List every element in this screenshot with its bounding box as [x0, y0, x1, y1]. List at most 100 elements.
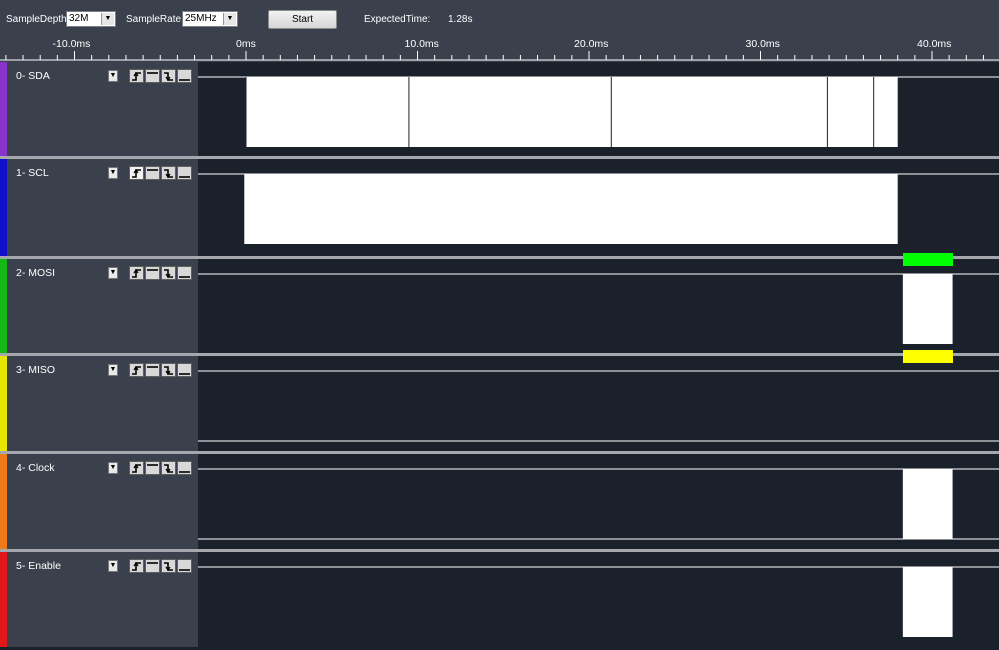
falling-edge-trigger-button[interactable]	[161, 461, 176, 475]
time-ruler[interactable]: -10.0ms 0ms 10.0ms 20.0ms 30.0ms 40.0ms	[0, 38, 999, 62]
waveform-scl[interactable]	[198, 159, 999, 257]
channel-panel: 1- SCL ▼	[0, 159, 198, 257]
sample-depth-label: SampleDepth	[6, 14, 67, 25]
channel-color-bar	[0, 552, 7, 647]
falling-edge-trigger-button[interactable]	[161, 266, 176, 280]
channel-row-scl: 1- SCL ▼	[0, 159, 999, 257]
channel-panel: 0- SDA ▼	[0, 62, 198, 160]
channel-color-bar	[0, 62, 7, 160]
falling-edge-icon	[164, 562, 173, 572]
channel-panel: 3- MISO ▼	[0, 356, 198, 454]
channel-label[interactable]: 3- MISO	[16, 364, 55, 376]
low-level-trigger-button[interactable]	[177, 166, 192, 180]
high-level-trigger-button[interactable]	[145, 559, 160, 573]
sample-rate-label: SampleRate	[126, 14, 182, 25]
low-level-trigger-button[interactable]	[177, 363, 192, 377]
rising-edge-trigger-button[interactable]	[129, 559, 144, 573]
low-level-trigger-button[interactable]	[177, 461, 192, 475]
sample-rate-select[interactable]: 25MHz ▼	[182, 11, 238, 27]
falling-edge-icon	[164, 72, 173, 82]
low-level-icon	[179, 569, 190, 571]
channel-row-enable: 5- Enable ▼	[0, 552, 999, 650]
waveform-enable[interactable]	[198, 552, 999, 650]
channel-row-clock: 4- Clock ▼	[0, 454, 999, 552]
channel-color-bar	[0, 454, 7, 552]
rising-edge-icon	[132, 561, 141, 571]
chevron-down-icon[interactable]: ▼	[108, 267, 118, 279]
sample-depth-select[interactable]: 32M ▼	[66, 11, 116, 27]
rising-edge-trigger-button[interactable]	[129, 461, 144, 475]
channel-label[interactable]: 0- SDA	[16, 70, 50, 82]
rising-edge-trigger-button[interactable]	[129, 266, 144, 280]
signal-burst	[902, 469, 953, 539]
high-level-trigger-button[interactable]	[145, 363, 160, 377]
rising-edge-trigger-button[interactable]	[129, 363, 144, 377]
signal-burst	[902, 274, 953, 344]
high-level-trigger-button[interactable]	[145, 166, 160, 180]
channel-label[interactable]: 2- MOSI	[16, 267, 55, 279]
waveform-sda[interactable]	[198, 62, 999, 160]
waveform-miso[interactable]	[198, 356, 999, 454]
channel-row-mosi: 2- MOSI ▼	[0, 253, 999, 357]
chevron-down-icon: ▼	[223, 13, 236, 25]
falling-edge-trigger-button[interactable]	[161, 559, 176, 573]
chevron-down-icon[interactable]: ▼	[108, 167, 118, 179]
chevron-down-icon[interactable]: ▼	[108, 560, 118, 572]
low-level-trigger-button[interactable]	[177, 559, 192, 573]
signal-burst	[246, 77, 898, 147]
chevron-down-icon[interactable]: ▼	[108, 462, 118, 474]
signal-burst	[902, 567, 953, 637]
waveform-clock[interactable]	[198, 454, 999, 552]
channel-row-sda: 0- SDA ▼	[0, 62, 999, 160]
sample-rate-value: 25MHz	[185, 13, 217, 24]
channel-panel: 5- Enable ▼	[0, 552, 198, 647]
channel-panel: 2- MOSI ▼	[0, 259, 198, 357]
rising-edge-trigger-button[interactable]	[129, 69, 144, 83]
rising-edge-icon	[132, 365, 141, 375]
channel-color-bar	[0, 159, 7, 257]
rising-edge-icon	[132, 71, 141, 81]
low-level-icon	[179, 373, 190, 375]
signal-burst	[244, 174, 898, 244]
channel-panel: 4- Clock ▼	[0, 454, 198, 552]
falling-edge-icon	[164, 169, 173, 179]
high-level-trigger-button[interactable]	[145, 69, 160, 83]
falling-edge-trigger-button[interactable]	[161, 363, 176, 377]
chevron-down-icon[interactable]: ▼	[108, 364, 118, 376]
high-level-icon	[147, 366, 158, 368]
start-button[interactable]: Start	[268, 10, 337, 29]
chevron-down-icon[interactable]: ▼	[108, 70, 118, 82]
low-level-trigger-button[interactable]	[177, 266, 192, 280]
high-level-icon	[147, 269, 158, 271]
waveform-mosi[interactable]	[198, 259, 999, 357]
high-level-trigger-button[interactable]	[145, 461, 160, 475]
channel-label[interactable]: 1- SCL	[16, 167, 49, 179]
high-level-icon	[147, 169, 158, 171]
high-level-trigger-button[interactable]	[145, 266, 160, 280]
falling-edge-trigger-button[interactable]	[161, 166, 176, 180]
channel-color-bar	[0, 259, 7, 357]
channel-row-miso: 3- MISO ▼	[0, 350, 999, 454]
falling-edge-trigger-button[interactable]	[161, 69, 176, 83]
decode-marker[interactable]	[902, 253, 953, 266]
decode-marker[interactable]	[902, 350, 953, 363]
falling-edge-icon	[164, 269, 173, 279]
high-level-icon	[147, 464, 158, 466]
expected-time-value: 1.28s	[448, 14, 473, 25]
chevron-down-icon: ▼	[101, 13, 114, 25]
low-level-icon	[179, 79, 190, 81]
channel-label[interactable]: 5- Enable	[16, 560, 61, 572]
sample-depth-value: 32M	[69, 13, 89, 24]
expected-time-label: ExpectedTime:	[364, 14, 431, 25]
low-level-trigger-button[interactable]	[177, 69, 192, 83]
rising-edge-trigger-button[interactable]	[129, 166, 144, 180]
rising-edge-icon	[132, 268, 141, 278]
low-level-icon	[179, 176, 190, 178]
channel-label[interactable]: 4- Clock	[16, 462, 55, 474]
falling-edge-icon	[164, 464, 173, 474]
channel-color-bar	[0, 356, 7, 454]
ruler-ticks	[0, 51, 999, 61]
high-level-icon	[147, 72, 158, 74]
rising-edge-icon	[132, 168, 141, 178]
high-level-icon	[147, 562, 158, 564]
